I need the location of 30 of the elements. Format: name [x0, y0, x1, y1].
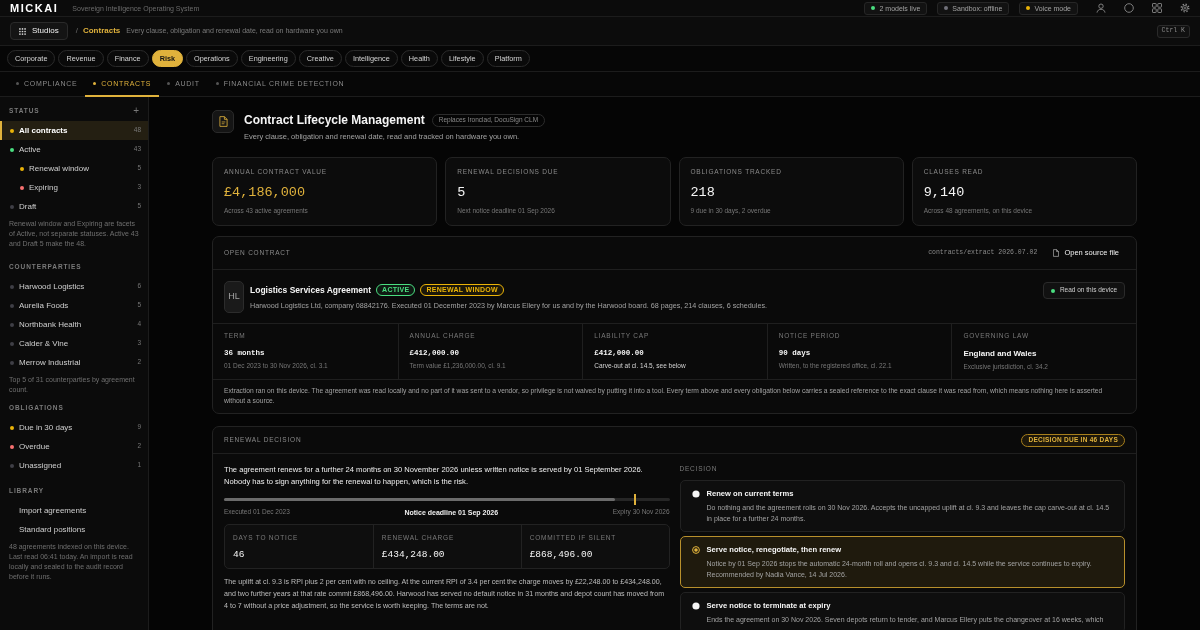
grid-icon — [19, 27, 26, 35]
deadline-marker — [633, 494, 636, 505]
radio-icon — [691, 601, 700, 610]
radio-selected-icon — [691, 545, 700, 554]
studios-button[interactable]: Studios — [10, 22, 68, 40]
circle-icon[interactable] — [1124, 3, 1134, 13]
sidebar-item[interactable]: Import agreements — [0, 501, 148, 520]
stat-value: 218 — [690, 185, 716, 199]
settings-icon[interactable] — [1180, 3, 1190, 13]
user-icon[interactable] — [1096, 3, 1106, 13]
figure-value: 46 — [233, 549, 246, 559]
grid-icon[interactable] — [1152, 3, 1162, 13]
stat-value: 9,140 — [923, 185, 966, 199]
term-value: England and Wales — [963, 349, 1038, 358]
document-icon — [212, 110, 234, 133]
figure-value: £434,248.00 — [381, 549, 446, 559]
contract-name: Logistics Services Agreement — [250, 285, 372, 295]
avatar: HL — [224, 280, 244, 313]
sidebar-item[interactable]: Standard positions — [0, 520, 148, 539]
figure-value: £868,496.00 — [529, 549, 594, 559]
page-title: Contract Lifecycle Management — [244, 112, 425, 128]
breadcrumb-current[interactable]: Contracts — [82, 25, 121, 37]
radio-icon — [691, 489, 700, 498]
add-button[interactable]: + — [133, 106, 139, 116]
logo: MICKAI — [10, 2, 59, 14]
decision-option[interactable] — [679, 535, 1125, 588]
stat-value: £4,186,000 — [224, 185, 306, 199]
stat-value: 5 — [457, 185, 467, 199]
breadcrumb-separator: / — [75, 25, 78, 37]
file-icon — [1053, 249, 1060, 257]
